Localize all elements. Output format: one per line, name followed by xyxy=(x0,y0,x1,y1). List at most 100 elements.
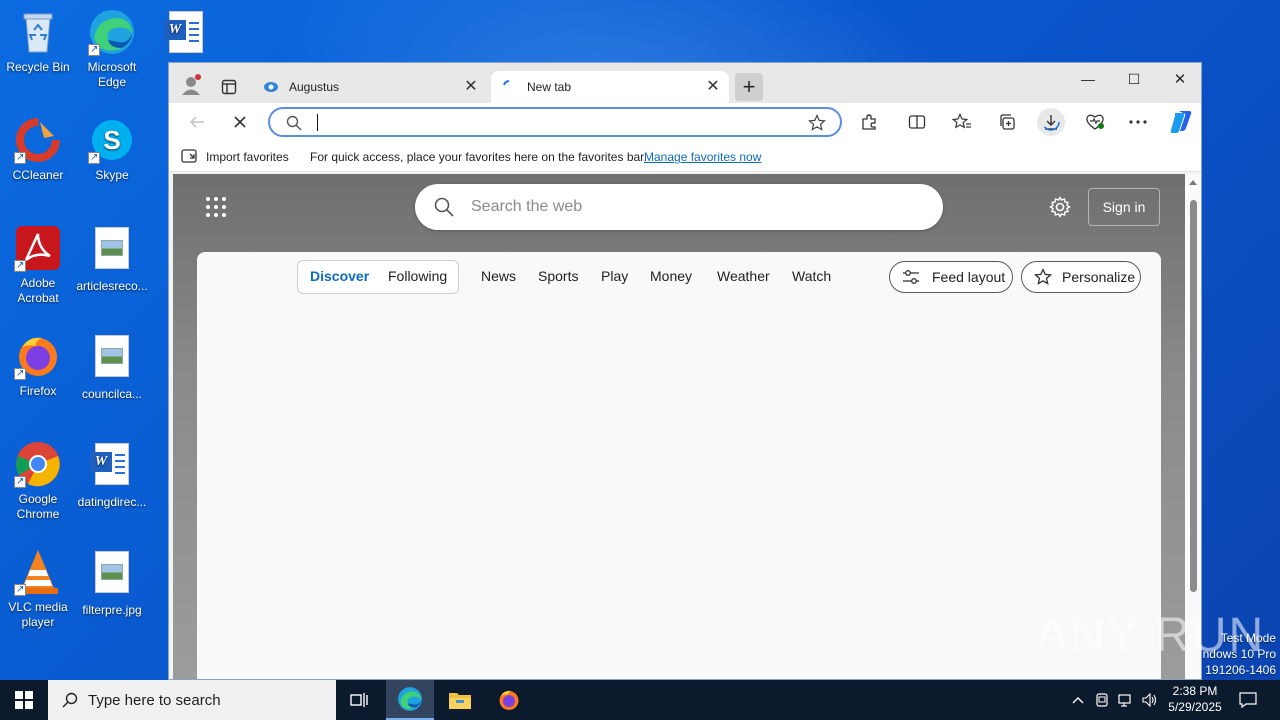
desktop-icon-label: Firefox xyxy=(19,384,57,398)
desktop-icon-label: filterpre.jpg xyxy=(82,603,142,617)
search-icon xyxy=(62,692,78,708)
taskbar-edge-icon[interactable] xyxy=(386,680,434,720)
personalize-button[interactable]: Personalize xyxy=(1021,261,1141,293)
feed-layout-label: Feed layout xyxy=(932,269,1006,285)
desktop-icon-label: Adobe Acrobat xyxy=(17,276,59,305)
feed-layout-button[interactable]: Feed layout xyxy=(889,261,1013,293)
minimize-button[interactable]: — xyxy=(1073,65,1103,93)
desktop-icon-label: Recycle Bin xyxy=(6,60,70,74)
desktop-icon-label: Microsoft Edge xyxy=(87,60,137,89)
back-arrow-icon[interactable] xyxy=(183,108,211,136)
desktop-icon-articlesreco[interactable]: articlesreco... xyxy=(74,224,150,294)
manage-favorites-link[interactable]: Manage favorites now xyxy=(644,150,761,164)
clock-date: 5/29/2025 xyxy=(1168,700,1222,714)
more-options-icon[interactable] xyxy=(1124,108,1152,136)
page-scrollbar[interactable] xyxy=(1185,174,1201,679)
search-placeholder: Search the web xyxy=(471,198,583,215)
chrome-icon xyxy=(14,440,62,489)
nav-play[interactable]: Play xyxy=(601,268,628,284)
tab-augustus[interactable]: Augustus ✕ xyxy=(253,71,487,103)
tab-title: New tab xyxy=(527,80,572,94)
tab-new-tab[interactable]: New tab ✕ xyxy=(491,71,729,103)
browser-essentials-icon[interactable] xyxy=(1081,108,1109,136)
desktop-icon-microsoft-edge[interactable]: Microsoft Edge xyxy=(74,8,150,90)
taskbar-search-box[interactable]: Type here to search xyxy=(48,680,336,720)
tab-bar: Augustus ✕ New tab ✕ + — ☐ ✕ xyxy=(169,63,1201,103)
anyrun-watermark: ANY RUN xyxy=(1036,609,1266,662)
page-settings-gear-icon[interactable] xyxy=(1049,196,1071,221)
desktop-icon-adobe-acrobat[interactable]: Adobe Acrobat xyxy=(0,224,76,306)
favorites-bar: Import favorites For quick access, place… xyxy=(169,141,1201,172)
ccleaner-icon xyxy=(14,116,62,165)
task-view-icon[interactable] xyxy=(336,680,384,720)
recycle-bin-icon xyxy=(14,8,62,56)
nav-watch[interactable]: Watch xyxy=(792,268,831,284)
nav-sports[interactable]: Sports xyxy=(538,268,578,284)
scroll-up-arrow-icon[interactable] xyxy=(1189,180,1197,185)
address-bar[interactable] xyxy=(268,107,842,137)
copilot-icon[interactable] xyxy=(1167,108,1195,136)
nav-news[interactable]: News xyxy=(481,268,516,284)
desktop-icon-label: datingdirec... xyxy=(77,495,147,509)
desktop-icon-label: CCleaner xyxy=(12,168,64,182)
desktop-icon-councilca[interactable]: councilca... xyxy=(74,332,150,402)
skype-icon: S xyxy=(88,116,136,165)
import-favorites-button[interactable]: Import favorites xyxy=(206,150,289,164)
collections-icon[interactable] xyxy=(993,108,1021,136)
new-tab-button[interactable]: + xyxy=(735,73,763,101)
scrollbar-thumb[interactable] xyxy=(1190,200,1197,592)
show-hidden-icons-chevron-up-icon[interactable] xyxy=(1066,680,1090,720)
word-document-icon: W xyxy=(88,443,136,491)
firefox-icon xyxy=(14,332,62,381)
desktop-icon-firefox[interactable]: Firefox xyxy=(0,332,76,399)
personalize-star-icon xyxy=(1034,268,1052,286)
volume-icon[interactable] xyxy=(1138,680,1162,720)
taskbar: Type here to search 2:38 PM 5/29/2025 xyxy=(0,680,1280,720)
desktop-icon-vlc[interactable]: VLC media player xyxy=(0,548,76,630)
close-tab-icon[interactable]: ✕ xyxy=(705,79,721,95)
desktop-icon-filterpre[interactable]: filterpre.jpg xyxy=(74,548,150,618)
desktop-icon-google-chrome[interactable]: Google Chrome xyxy=(0,440,76,522)
network-icon[interactable] xyxy=(1114,680,1138,720)
extensions-icon[interactable] xyxy=(855,108,883,136)
vlc-icon xyxy=(14,548,62,597)
desktop-icon-ccleaner[interactable]: CCleaner xyxy=(0,116,76,183)
web-search-box[interactable]: Search the web xyxy=(415,184,943,230)
taskbar-firefox-icon[interactable] xyxy=(485,680,533,720)
stop-loading-icon[interactable] xyxy=(226,108,254,136)
sign-in-button[interactable]: Sign in xyxy=(1088,188,1160,226)
profile-icon[interactable] xyxy=(177,71,205,99)
system-clock[interactable]: 2:38 PM 5/29/2025 xyxy=(1164,683,1226,715)
favorites-icon[interactable] xyxy=(948,108,976,136)
personalize-label: Personalize xyxy=(1062,269,1136,285)
close-tab-icon[interactable]: ✕ xyxy=(463,79,479,95)
start-button-windows-icon[interactable] xyxy=(0,680,48,720)
image-file-icon xyxy=(88,551,136,599)
window-close-button[interactable]: ✕ xyxy=(1165,65,1195,93)
desktop-icon-skype[interactable]: S Skype xyxy=(74,116,150,183)
navigation-toolbar xyxy=(169,103,1201,141)
text-cursor xyxy=(317,114,318,131)
desktop-icon-datingdirec[interactable]: W datingdirec... xyxy=(74,440,150,510)
split-screen-icon[interactable] xyxy=(903,108,931,136)
taskbar-search-placeholder: Type here to search xyxy=(88,691,221,709)
tab-following[interactable]: Following xyxy=(388,268,447,284)
desktop-icon-recycle-bin[interactable]: Recycle Bin xyxy=(0,8,76,75)
taskbar-file-explorer-icon[interactable] xyxy=(436,680,484,720)
augustus-favicon xyxy=(263,79,279,95)
desktop-icon-label: articlesreco... xyxy=(76,279,148,293)
notifications-icon[interactable] xyxy=(1232,680,1264,720)
vertical-tabs-icon[interactable] xyxy=(215,73,243,101)
tab-discover[interactable]: Discover xyxy=(310,268,369,284)
maximize-button[interactable]: ☐ xyxy=(1119,65,1149,93)
desktop-icon-label: councilca... xyxy=(81,387,143,401)
import-favorites-icon xyxy=(181,148,199,167)
favorite-star-icon[interactable] xyxy=(808,114,826,135)
nav-money[interactable]: Money xyxy=(650,268,692,284)
apps-launcher-icon[interactable] xyxy=(205,196,227,221)
feed-card: Discover Following News Sports Play Mone… xyxy=(197,252,1161,679)
device-tray-icon[interactable] xyxy=(1090,680,1114,720)
nav-weather[interactable]: Weather xyxy=(717,268,770,284)
downloads-icon[interactable] xyxy=(1037,108,1065,136)
desktop-icon-label: VLC media player xyxy=(8,600,68,629)
